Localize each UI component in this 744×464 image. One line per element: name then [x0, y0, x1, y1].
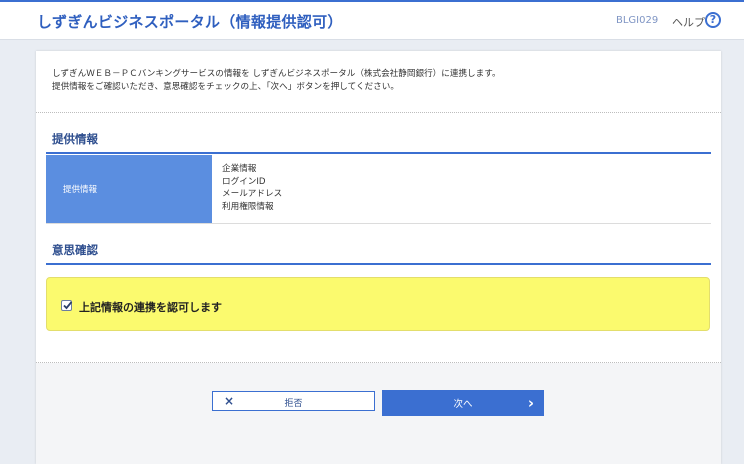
- help-link[interactable]: ヘルプ: [672, 14, 705, 30]
- list-item: 利用権限情報: [222, 201, 274, 212]
- intro-line-1: しずぎんＷＥＢ－ＰＣバンキングサービスの情報を しずぎんビジネスポータル（株式会…: [52, 69, 501, 79]
- divider: [36, 112, 721, 113]
- help-icon[interactable]: ?: [705, 12, 721, 28]
- reject-button-label: 拒否: [284, 399, 303, 409]
- consent-heading: 意思確認: [52, 243, 98, 257]
- page-title: しずぎんビジネスポータル（情報提供認可）: [37, 13, 343, 31]
- consent-checkbox-label[interactable]: 上記情報の連携を認可します: [79, 299, 222, 315]
- consent-checkbox[interactable]: [61, 300, 73, 311]
- next-button-label: 次へ: [453, 399, 473, 410]
- button-area: [36, 363, 721, 464]
- provided-info-label-cell: 提供情報: [46, 155, 212, 223]
- consent-box: 上記情報の連携を認可します: [46, 277, 710, 331]
- intro-text: しずぎんＷＥＢ－ＰＣバンキングサービスの情報を しずぎんビジネスポータル（株式会…: [52, 68, 501, 94]
- checkmark-icon: [63, 301, 73, 310]
- chevron-right-icon: ›: [527, 394, 534, 412]
- top-bar: しずぎんビジネスポータル（情報提供認可） BLGI029 ヘルプ ?: [0, 0, 744, 40]
- provided-info-row: 提供情報 企業情報 ログインID メールアドレス 利用権限情報: [46, 155, 711, 224]
- section-underline: [46, 152, 711, 154]
- next-button[interactable]: 次へ ›: [382, 390, 544, 416]
- main-card: しずぎんＷＥＢ－ＰＣバンキングサービスの情報を しずぎんビジネスポータル（株式会…: [36, 51, 721, 464]
- intro-line-2: 提供情報をご確認いただき、意思確認をチェックの上、「次へ」ボタンを押してください…: [52, 82, 399, 92]
- list-item: メールアドレス: [222, 189, 283, 199]
- screen-id: BLGI029: [616, 15, 659, 26]
- provided-info-heading: 提供情報: [52, 132, 98, 146]
- section-underline: [46, 263, 711, 265]
- reject-button[interactable]: × 拒否: [212, 391, 375, 411]
- list-item: 企業情報: [222, 164, 257, 174]
- provided-info-list: 企業情報 ログインID メールアドレス 利用権限情報: [222, 163, 282, 213]
- list-item: ログインID: [222, 176, 266, 187]
- provided-info-label: 提供情報: [63, 185, 98, 195]
